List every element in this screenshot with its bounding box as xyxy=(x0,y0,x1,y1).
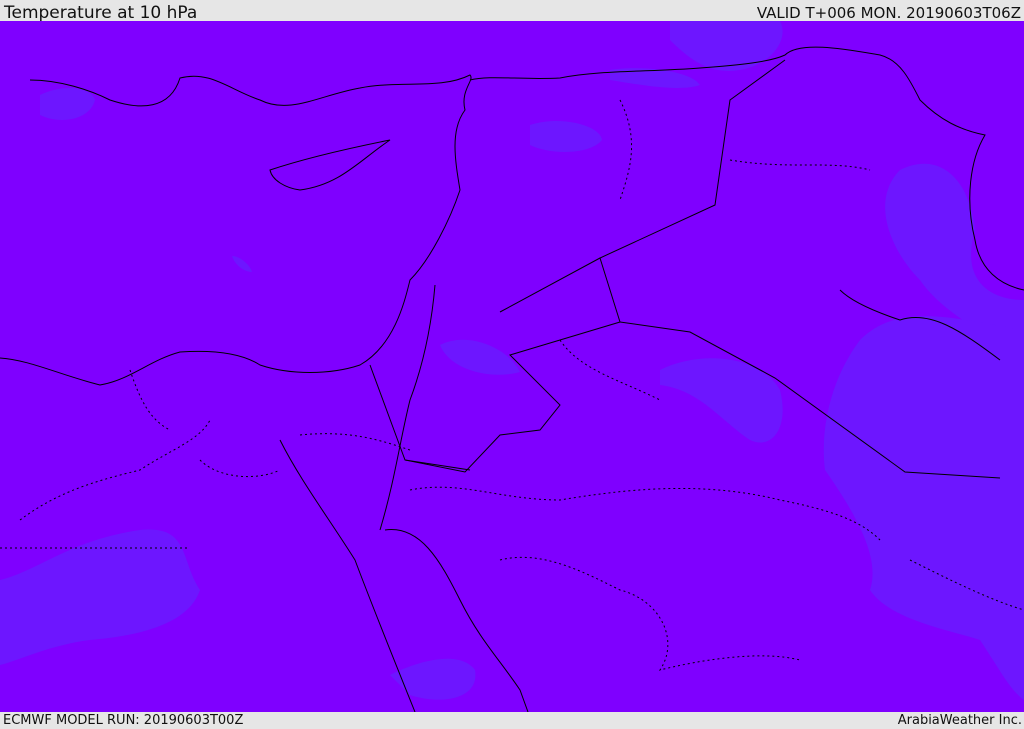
credit: ArabiaWeather Inc. xyxy=(897,713,1022,728)
contour-region xyxy=(660,358,783,443)
contour-region xyxy=(670,21,783,71)
border xyxy=(404,459,471,471)
coastline xyxy=(279,439,416,712)
contour-region xyxy=(0,529,200,665)
weather-map[interactable] xyxy=(0,21,1024,712)
valid-time: VALID T+006 MON. 20190603T06Z xyxy=(756,4,1021,22)
coastline xyxy=(379,284,436,531)
coastline xyxy=(269,139,391,191)
province-border xyxy=(129,339,661,478)
contour-region xyxy=(40,88,95,120)
contour-region xyxy=(440,339,520,375)
border xyxy=(499,257,601,313)
contour-region xyxy=(232,256,252,272)
map-title: Temperature at 10 hPa xyxy=(4,3,198,23)
province-border xyxy=(0,419,881,549)
contour-region xyxy=(390,658,476,700)
contour-region xyxy=(823,316,1024,700)
temperature-contours xyxy=(0,21,1024,700)
model-run: ECMWF MODEL RUN: 20190603T00Z xyxy=(3,713,244,728)
contour-region xyxy=(610,68,700,88)
contour-region xyxy=(530,120,602,152)
coastline xyxy=(0,74,472,386)
map-canvas xyxy=(0,21,1024,712)
footer-bar: ECMWF MODEL RUN: 20190603T00Z ArabiaWeat… xyxy=(0,712,1024,729)
header-bar: Temperature at 10 hPa VALID T+006 MON. 2… xyxy=(0,0,1024,23)
